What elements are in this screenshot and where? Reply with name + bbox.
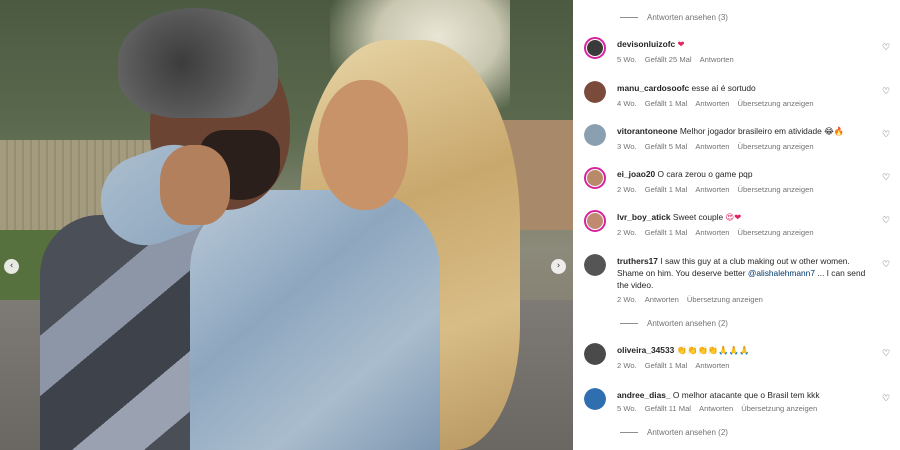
comment-text: truthers17 I saw this guy at a club maki… <box>617 255 873 291</box>
avatar[interactable] <box>584 254 606 276</box>
reply-button[interactable]: Antworten <box>700 55 734 64</box>
comment-username[interactable]: andree_dias_ <box>617 390 671 400</box>
mention-link[interactable]: @alishalehmann7 <box>748 268 815 278</box>
view-replies-label: Antworten ansehen (2) <box>647 427 728 437</box>
comment-age: 4 Wo. <box>617 99 637 108</box>
comment-likes[interactable]: Gefällt 25 Mal <box>645 55 692 64</box>
comment-username[interactable]: vitorantoneone <box>617 126 678 136</box>
reply-button[interactable]: Antworten <box>645 295 679 304</box>
chevron-left-icon: ‹ <box>9 261 14 271</box>
emoji-text: 👏👏👏👏🙏🙏🙏 <box>676 345 750 355</box>
like-heart-icon[interactable]: ♡ <box>881 394 891 404</box>
view-replies-label: Antworten ansehen (2) <box>647 318 728 328</box>
comment-likes[interactable]: Gefällt 11 Mal <box>645 404 691 413</box>
comment-text: vitorantoneone Melhor jogador brasileiro… <box>617 125 873 137</box>
comment-likes[interactable]: Gefällt 1 Mal <box>645 361 688 370</box>
comment-content: O cara zerou o game pqp <box>657 169 753 179</box>
comment-likes[interactable]: Gefällt 5 Mal <box>645 142 688 151</box>
comment-username[interactable]: lvr_boy_atick <box>617 212 671 222</box>
man-hair <box>118 8 278 118</box>
comment-age: 3 Wo. <box>617 142 637 151</box>
avatar[interactable] <box>584 81 606 103</box>
comment-meta: 2 Wo. Antworten Übersetzung anzeigen <box>617 295 763 304</box>
comment-meta: 2 Wo. Gefällt 1 Mal Antworten <box>617 361 730 370</box>
view-replies-button[interactable]: Antworten ansehen (3) <box>620 11 728 23</box>
comment-age: 5 Wo. <box>617 55 637 64</box>
translate-button[interactable]: Übersetzung anzeigen <box>738 185 814 194</box>
reply-button[interactable]: Antworten <box>699 404 733 413</box>
divider-line <box>620 431 638 433</box>
comment-text: lvr_boy_atick Sweet couple 😍❤ <box>617 211 873 223</box>
like-heart-icon[interactable]: ♡ <box>881 349 891 359</box>
avatar[interactable] <box>584 167 606 189</box>
comment-content: O melhor atacante que o Brasil tem kkk <box>672 390 820 400</box>
heart-emoji: ❤ <box>677 39 685 49</box>
translate-button[interactable]: Übersetzung anzeigen <box>738 228 814 237</box>
like-heart-icon[interactable]: ♡ <box>881 173 891 183</box>
comment-age: 5 Wo. <box>617 404 637 413</box>
comment-username[interactable]: truthers17 <box>617 256 658 266</box>
reply-button[interactable]: Antworten <box>695 228 729 237</box>
translate-button[interactable]: Übersetzung anzeigen <box>741 404 817 413</box>
comment-meta: 5 Wo. Gefällt 11 Mal Antworten Übersetzu… <box>617 404 817 413</box>
comment-text: oliveira_34533 👏👏👏👏🙏🙏🙏 <box>617 344 873 356</box>
reply-button[interactable]: Antworten <box>695 361 729 370</box>
comment-meta: 3 Wo. Gefällt 5 Mal Antworten Übersetzun… <box>617 142 814 151</box>
reply-button[interactable]: Antworten <box>695 99 729 108</box>
comment-text: manu_cardosoofc esse aí é sortudo <box>617 82 873 94</box>
comment-username[interactable]: ei_joao20 <box>617 169 655 179</box>
comment-username[interactable]: devisonluizofc <box>617 39 675 49</box>
avatar[interactable] <box>584 37 606 59</box>
comment-age: 2 Wo. <box>617 295 637 304</box>
comment-content: Melhor jogador brasileiro em atividade <box>679 126 822 136</box>
view-replies-label: Antworten ansehen (3) <box>647 12 728 22</box>
comment-username[interactable]: manu_cardosoofc <box>617 83 689 93</box>
like-heart-icon[interactable]: ♡ <box>881 130 891 140</box>
comment-likes[interactable]: Gefällt 1 Mal <box>645 99 688 108</box>
divider-line <box>620 322 638 324</box>
translate-button[interactable]: Übersetzung anzeigen <box>687 295 763 304</box>
woman-denim-jacket <box>190 190 440 450</box>
comment-content: esse aí é sortudo <box>691 83 756 93</box>
comment-text: ei_joao20 O cara zerou o game pqp <box>617 168 873 180</box>
comment-age: 2 Wo. <box>617 361 637 370</box>
comment-age: 2 Wo. <box>617 185 637 194</box>
comment-content: Sweet couple <box>672 212 724 222</box>
reply-button[interactable]: Antworten <box>695 142 729 151</box>
comment-meta: 4 Wo. Gefällt 1 Mal Antworten Übersetzun… <box>617 99 814 108</box>
avatar[interactable] <box>584 124 606 146</box>
like-heart-icon[interactable]: ♡ <box>881 216 891 226</box>
comment-meta: 5 Wo. Gefällt 25 Mal Antworten <box>617 55 734 64</box>
comment-age: 2 Wo. <box>617 228 637 237</box>
previous-image-button[interactable]: ‹ <box>4 259 19 274</box>
avatar[interactable] <box>584 388 606 410</box>
translate-button[interactable]: Übersetzung anzeigen <box>738 142 814 151</box>
view-replies-button[interactable]: Antworten ansehen (2) <box>620 426 728 438</box>
comment-likes[interactable]: Gefällt 1 Mal <box>645 185 688 194</box>
emoji-text: 😂🔥 <box>824 126 845 136</box>
next-image-button[interactable]: › <box>551 259 566 274</box>
post-photo: ‹ › <box>0 0 573 450</box>
comment-text: andree_dias_ O melhor atacante que o Bra… <box>617 389 873 401</box>
woman-face <box>318 80 408 210</box>
avatar[interactable] <box>584 343 606 365</box>
view-replies-button[interactable]: Antworten ansehen (2) <box>620 317 728 329</box>
like-heart-icon[interactable]: ♡ <box>881 260 891 270</box>
like-heart-icon[interactable]: ♡ <box>881 87 891 97</box>
comment-likes[interactable]: Gefällt 1 Mal <box>645 228 688 237</box>
emoji-text: 😍❤ <box>725 212 742 222</box>
comment-username[interactable]: oliveira_34533 <box>617 345 674 355</box>
comment-meta: 2 Wo. Gefällt 1 Mal Antworten Übersetzun… <box>617 228 814 237</box>
divider-line <box>620 16 638 18</box>
comments-panel: Antworten ansehen (3) devisonluizofc ❤ 5… <box>573 0 900 450</box>
like-heart-icon[interactable]: ♡ <box>881 43 891 53</box>
comment-text: devisonluizofc ❤ <box>617 38 873 50</box>
translate-button[interactable]: Übersetzung anzeigen <box>738 99 814 108</box>
comment-meta: 2 Wo. Gefällt 1 Mal Antworten Übersetzun… <box>617 185 814 194</box>
chevron-right-icon: › <box>556 261 561 271</box>
woman-hand <box>160 145 230 225</box>
reply-button[interactable]: Antworten <box>695 185 729 194</box>
avatar[interactable] <box>584 210 606 232</box>
